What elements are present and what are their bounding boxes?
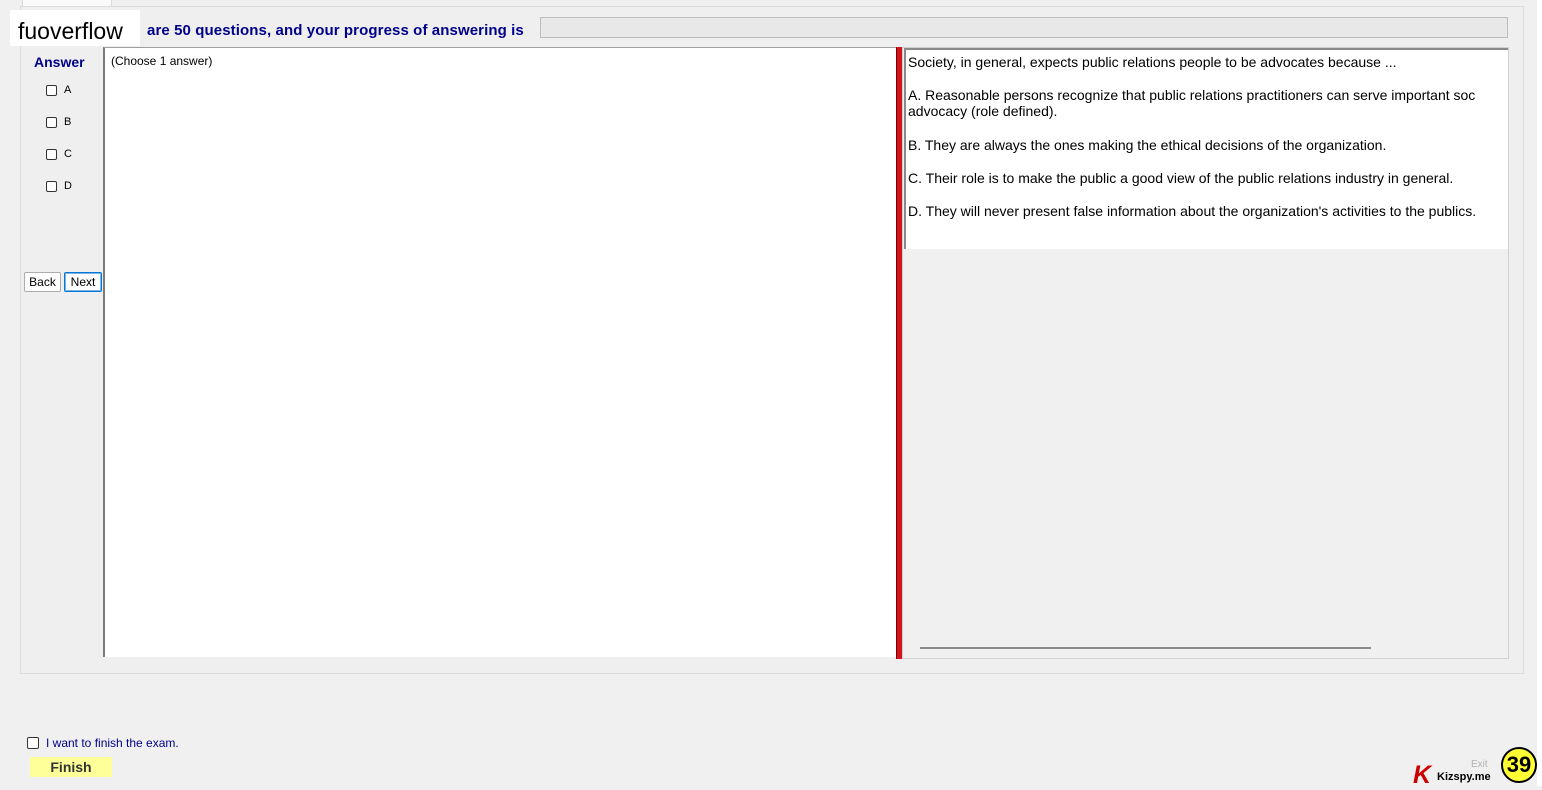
choice-a-line1: A. Reasonable persons recognize that pub… (908, 87, 1476, 103)
option-label: B (64, 116, 72, 128)
question-stem: Society, in general, expects public rela… (908, 54, 1397, 70)
back-button[interactable]: Back (24, 272, 61, 292)
choice-c: C. Their role is to make the public a go… (908, 170, 1454, 186)
brand-watermark: fuoverflow (10, 10, 140, 46)
answer-option-a[interactable]: A (46, 82, 71, 98)
choice-d: D. They will never present false informa… (908, 203, 1477, 219)
exit-button[interactable]: Exit (1471, 759, 1488, 770)
answer-option-b[interactable]: B (46, 114, 71, 130)
next-button[interactable]: Next (64, 272, 102, 292)
finish-checkbox[interactable] (27, 737, 39, 749)
watermark-text: Kizspy.me (1437, 771, 1491, 783)
answer-option-c[interactable]: C (46, 146, 72, 162)
choice-a-line2: advocacy (role defined). (908, 103, 1058, 119)
finish-button[interactable]: Finish (30, 757, 112, 777)
answer-area (103, 47, 896, 657)
question-number-badge: 39 (1501, 747, 1537, 783)
option-label: D (64, 180, 72, 192)
answer-title: Answer (34, 54, 85, 70)
window-edge (1537, 0, 1542, 786)
finish-checkbox-label: I want to finish the exam. (46, 736, 179, 750)
question-panel: Society, in general, expects public rela… (904, 48, 1508, 249)
answer-option-d[interactable]: D (46, 178, 72, 194)
progress-label: are 50 questions, and your progress of a… (147, 22, 524, 39)
finish-confirm[interactable]: I want to finish the exam. (27, 736, 179, 750)
checkbox-b[interactable] (46, 116, 57, 128)
horizontal-scrollbar[interactable] (920, 647, 1371, 649)
checkbox-d[interactable] (46, 180, 57, 192)
progress-bar (540, 17, 1508, 38)
choose-instruction: (Choose 1 answer) (111, 54, 213, 68)
choice-b: B. They are always the ones making the e… (908, 137, 1387, 153)
option-label: C (64, 148, 72, 160)
checkbox-c[interactable] (46, 148, 57, 160)
checkbox-a[interactable] (46, 84, 57, 96)
option-label: A (64, 84, 72, 96)
